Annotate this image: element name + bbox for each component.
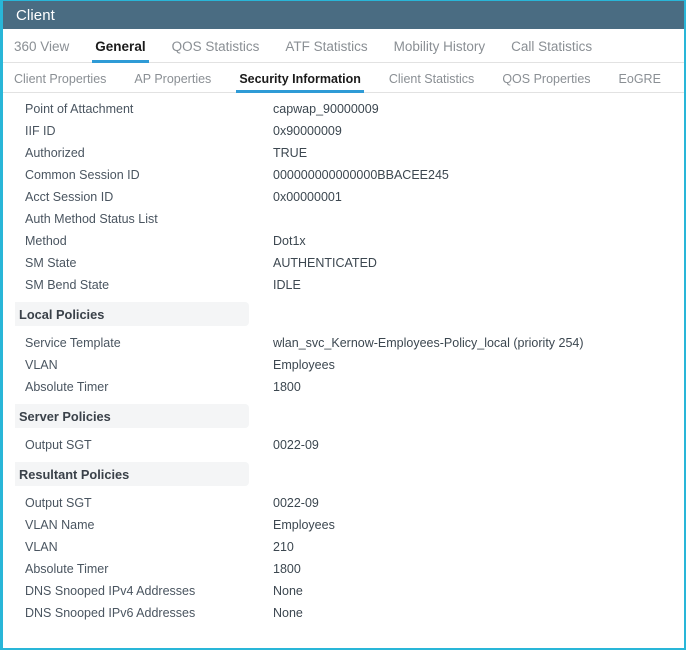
tab-client-statistics[interactable]: Client Statistics (389, 72, 474, 92)
field-label-point-of-attachment: Point of Attachment (25, 102, 134, 116)
field-row: Common Session ID 000000000000000BBACEE24… (3, 168, 684, 190)
section-header-server-policies: Server Policies (15, 404, 249, 428)
field-value-common-session-id: 000000000000000BBACEE245 (273, 168, 449, 182)
field-value-acct-session-id: 0x00000001 (273, 190, 342, 204)
field-row: Absolute Timer 1800 (3, 562, 684, 584)
tab-label: ATF Statistics (285, 39, 368, 54)
secondary-tab-bar: Client Properties AP Properties Security I… (3, 63, 684, 93)
field-value-output-sgt: 0022-09 (273, 496, 319, 510)
field-value-vlan: 210 (273, 540, 294, 554)
field-row: Method Dot1x (3, 234, 684, 256)
field-row: SM State AUTHENTICATED (3, 256, 684, 278)
tab-label: AP Properties (134, 72, 212, 86)
field-row: VLAN Employees (3, 358, 684, 380)
field-label-dns-snooped-ipv4-addresses: DNS Snooped IPv4 Addresses (25, 584, 196, 598)
window-titlebar: Client (3, 1, 684, 29)
field-label-vlan: VLAN (25, 358, 58, 372)
tab-label: Client Statistics (388, 72, 475, 86)
field-label-dns-snooped-ipv6-addresses: DNS Snooped IPv6 Addresses (25, 606, 196, 620)
field-row: VLAN Name Employees (3, 518, 684, 540)
field-row: Service Template wlan_svc_Kernow-Employee… (3, 336, 684, 358)
section-header-label: Server Policies (19, 408, 111, 424)
field-value-sm-state: AUTHENTICATED (273, 256, 377, 270)
tab-eogre[interactable]: EoGRE (619, 72, 661, 92)
tab-call-statistics[interactable]: Call Statistics (511, 39, 592, 62)
field-value-service-template: wlan_svc_Kernow-Employees-Policy_local (… (273, 336, 584, 350)
tab-general[interactable]: General (92, 39, 149, 63)
security-information-content: Point of Attachment capwap_90000009 IIF ID… (3, 93, 684, 628)
field-value-absolute-timer: 1800 (273, 380, 301, 394)
field-row: Output SGT 0022-09 (3, 438, 684, 460)
client-detail-panel: Client 360 View General QOS Statistics ATF … (0, 0, 686, 650)
tab-label: Call Statistics (511, 39, 593, 54)
tab-atf-statistics[interactable]: ATF Statistics (285, 39, 367, 62)
field-label-method: Method (25, 234, 67, 248)
field-value-vlan: Employees (273, 358, 335, 372)
field-value-output-sgt: 0022-09 (273, 438, 319, 452)
tab-label: Security Information (239, 72, 361, 86)
field-label-vlan: VLAN (25, 540, 58, 554)
tab-ap-properties[interactable]: AP Properties (134, 72, 211, 92)
tab-label: QOS Statistics (171, 39, 260, 54)
field-label-auth-method-status-list: Auth Method Status List (25, 212, 158, 226)
tab-qos-statistics[interactable]: QOS Statistics (172, 39, 260, 62)
field-value-point-of-attachment: capwap_90000009 (273, 102, 379, 116)
field-row: IIF ID 0x90000009 (3, 124, 684, 146)
window-title: Client (16, 6, 55, 24)
field-row: Auth Method Status List (3, 212, 684, 234)
field-value-vlan-name: Employees (273, 518, 335, 532)
field-value-dns-snooped-ipv6-addresses: None (273, 606, 303, 620)
field-row: VLAN 210 (3, 540, 684, 562)
section-header-local-policies: Local Policies (15, 302, 249, 326)
field-row: Absolute Timer 1800 (3, 380, 684, 402)
field-label-common-session-id: Common Session ID (25, 168, 140, 182)
tab-360-view[interactable]: 360 View (14, 39, 69, 62)
field-value-authorized: TRUE (273, 146, 308, 160)
field-row: SM Bend State IDLE (3, 278, 684, 300)
primary-tab-bar: 360 View General QOS Statistics ATF Statist… (3, 29, 684, 63)
field-label-acct-session-id: Acct Session ID (25, 190, 114, 204)
section-header-label: Resultant Policies (19, 466, 130, 482)
field-label-iif-id: IIF ID (25, 124, 56, 138)
tab-mobility-history[interactable]: Mobility History (394, 39, 486, 62)
section-header-label: Local Policies (19, 306, 105, 322)
tab-label: QOS Properties (502, 72, 591, 86)
field-value-sm-bend-state: IDLE (273, 278, 301, 292)
field-row: Point of Attachment capwap_90000009 (3, 102, 684, 124)
field-value-absolute-timer: 1800 (273, 562, 301, 576)
tab-label: 360 View (14, 39, 70, 54)
tab-label: Mobility History (393, 39, 486, 54)
field-label-sm-bend-state: SM Bend State (25, 278, 110, 292)
field-row: DNS Snooped IPv4 Addresses None (3, 584, 684, 606)
tab-qos-properties[interactable]: QOS Properties (502, 72, 590, 92)
field-label-service-template: Service Template (25, 336, 121, 350)
field-label-absolute-timer: Absolute Timer (25, 562, 109, 576)
field-label-output-sgt: Output SGT (25, 438, 92, 452)
field-row: Authorized TRUE (3, 146, 684, 168)
field-row: Output SGT 0022-09 (3, 496, 684, 518)
field-label-absolute-timer: Absolute Timer (25, 380, 109, 394)
section-header-resultant-policies: Resultant Policies (15, 462, 249, 486)
field-value-dns-snooped-ipv4-addresses: None (273, 584, 303, 598)
tab-security-information[interactable]: Security Information (236, 72, 364, 93)
field-row: DNS Snooped IPv6 Addresses None (3, 606, 684, 628)
field-row: Acct Session ID 0x00000001 (3, 190, 684, 212)
tab-label: EoGRE (618, 72, 661, 86)
tab-label: General (95, 39, 146, 54)
field-label-sm-state: SM State (25, 256, 77, 270)
tab-label: Client Properties (14, 72, 107, 86)
field-value-iif-id: 0x90000009 (273, 124, 342, 138)
tab-client-properties[interactable]: Client Properties (14, 72, 106, 92)
field-label-authorized: Authorized (25, 146, 85, 160)
field-value-method: Dot1x (273, 234, 306, 248)
field-label-vlan-name: VLAN Name (25, 518, 95, 532)
field-label-output-sgt: Output SGT (25, 496, 92, 510)
